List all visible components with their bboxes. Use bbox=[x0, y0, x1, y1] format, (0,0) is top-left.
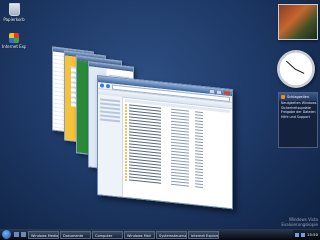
feed-item[interactable]: Hilfe und Support bbox=[279, 115, 317, 120]
system-tray: 15:50 bbox=[293, 230, 320, 239]
file-icon bbox=[125, 160, 127, 163]
taskbar-button[interactable]: Systemsteuerung bbox=[156, 230, 187, 239]
flip-3d-window-stack bbox=[0, 0, 320, 229]
file-icon bbox=[125, 127, 127, 130]
close-button[interactable] bbox=[223, 89, 231, 96]
taskbar-button[interactable]: Computer bbox=[92, 230, 123, 239]
taskbar-button[interactable]: Dokumente bbox=[60, 230, 91, 239]
volume-icon[interactable] bbox=[301, 232, 306, 237]
file-icon bbox=[125, 172, 127, 175]
explorer-content bbox=[98, 94, 232, 208]
show-desktop-icon[interactable] bbox=[14, 232, 19, 237]
file-icon bbox=[125, 154, 127, 157]
switch-windows-icon[interactable] bbox=[21, 232, 26, 237]
feed-headlines-gadget[interactable]: Schlagzeilen Neuigkeiten Windows Sicherh… bbox=[278, 92, 318, 148]
file-icon bbox=[125, 136, 127, 139]
back-arrow-icon[interactable] bbox=[100, 83, 104, 88]
clock-minute-hand bbox=[285, 60, 297, 71]
file-icon bbox=[125, 178, 127, 181]
rss-icon bbox=[281, 95, 285, 99]
file-list bbox=[123, 97, 232, 208]
file-icon bbox=[125, 163, 127, 166]
feed-item[interactable]: Freigabe der Dateien bbox=[279, 110, 317, 115]
file-icon bbox=[125, 139, 127, 142]
taskbar-button[interactable]: Windows Media bbox=[28, 230, 59, 239]
taskbar-button[interactable]: Windows Mail bbox=[124, 230, 155, 239]
slideshow-gadget[interactable] bbox=[278, 4, 318, 40]
file-icon bbox=[125, 169, 127, 172]
network-icon[interactable] bbox=[295, 232, 300, 237]
file-icon bbox=[125, 112, 127, 115]
file-icon bbox=[125, 103, 127, 106]
file-cell bbox=[171, 183, 189, 187]
nav-item[interactable] bbox=[100, 118, 120, 123]
feed-header: Schlagzeilen bbox=[279, 93, 317, 101]
file-icon bbox=[125, 142, 127, 145]
navigation-pane bbox=[98, 94, 123, 197]
maximize-button[interactable] bbox=[216, 89, 222, 95]
minimize-button[interactable] bbox=[209, 88, 215, 94]
evaluation-watermark: Windows Vista Evaluierungskopie bbox=[281, 217, 318, 227]
file-icon bbox=[125, 148, 127, 151]
forward-arrow-icon[interactable] bbox=[106, 83, 110, 89]
file-icon bbox=[125, 118, 127, 121]
feed-title: Schlagzeilen bbox=[287, 95, 310, 99]
file-icon bbox=[125, 145, 127, 148]
tray-clock[interactable]: 15:50 bbox=[307, 232, 318, 237]
clock-gadget[interactable] bbox=[277, 50, 315, 88]
desktop: Papierkorb Internet Explorer bbox=[0, 0, 320, 229]
file-icon bbox=[125, 106, 127, 109]
file-cell bbox=[195, 186, 203, 189]
file-icon bbox=[125, 166, 127, 169]
file-icon bbox=[125, 133, 127, 136]
file-icon bbox=[125, 151, 127, 154]
explorer-window-front[interactable] bbox=[97, 75, 233, 210]
feed-item[interactable]: Neuigkeiten Windows bbox=[279, 101, 317, 106]
taskbar: Windows Media Dokumente Computer Windows… bbox=[0, 229, 320, 240]
file-icon bbox=[125, 175, 127, 178]
start-button[interactable] bbox=[2, 230, 11, 239]
clock-hour-hand bbox=[295, 69, 305, 75]
file-icon bbox=[125, 115, 127, 118]
file-icon bbox=[125, 121, 127, 124]
file-icon bbox=[125, 109, 127, 112]
file-icon bbox=[125, 124, 127, 127]
watermark-line: Evaluierungskopie bbox=[281, 222, 318, 227]
file-icon bbox=[125, 157, 127, 160]
taskbar-button[interactable]: Internet Explorer bbox=[188, 230, 219, 239]
file-icon bbox=[125, 130, 127, 133]
